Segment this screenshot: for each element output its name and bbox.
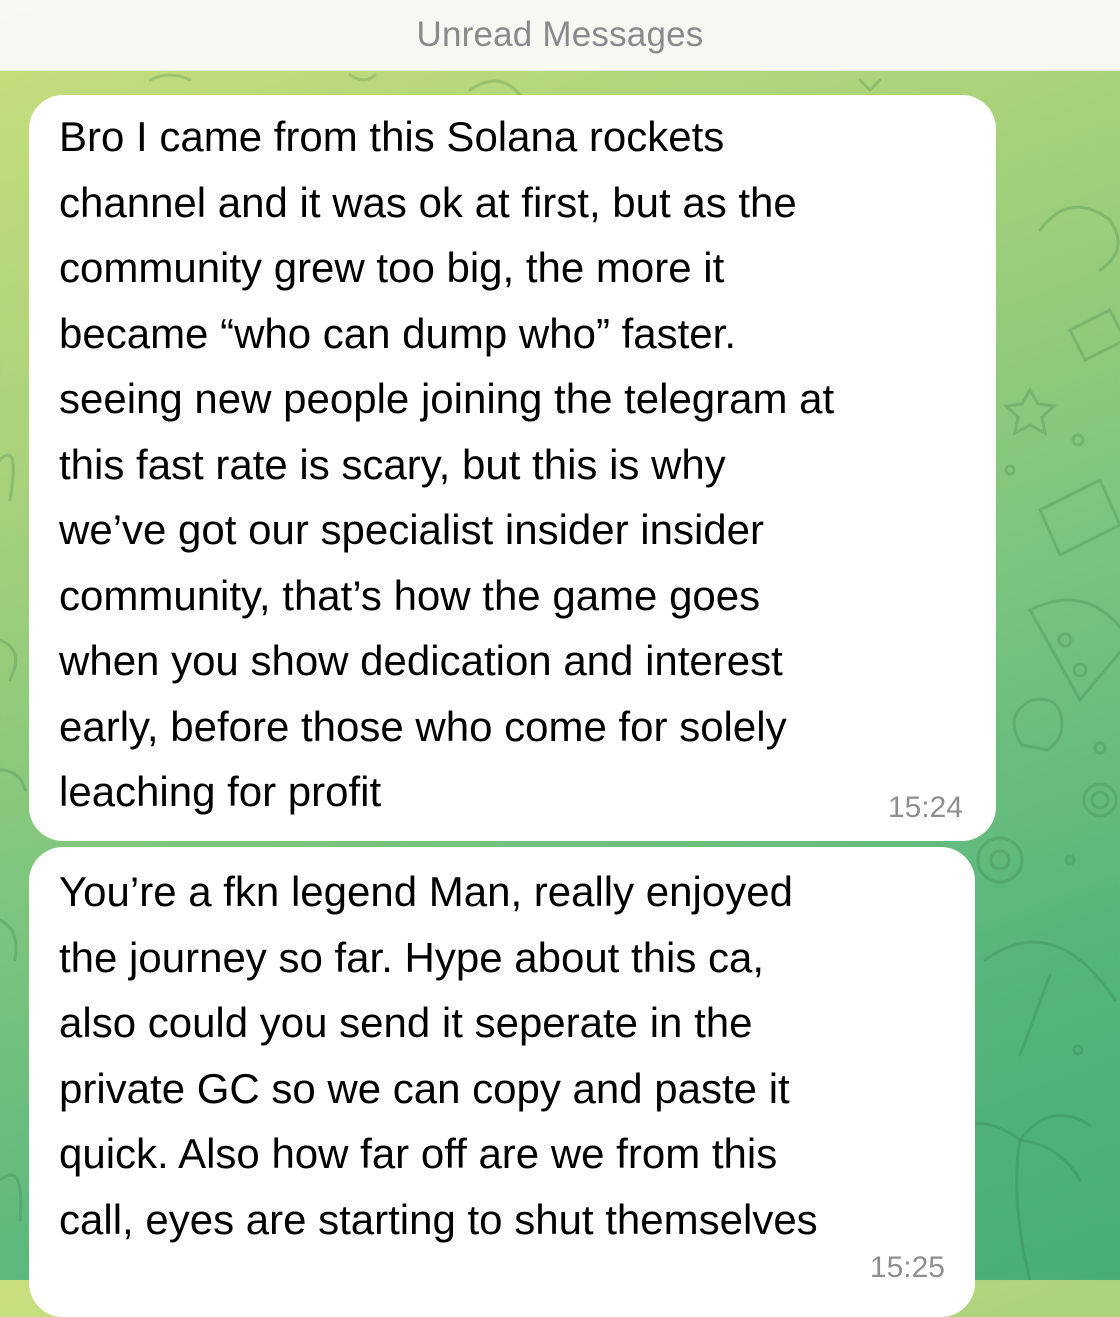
message-bubble[interactable]: You’re a fkn legend Man, really enjoyed … — [29, 847, 975, 1317]
unread-messages-divider: Unread Messages — [0, 0, 1120, 71]
message-text: You’re a fkn legend Man, really enjoyed … — [59, 868, 818, 1243]
message-time: 15:24 — [887, 791, 963, 824]
unread-messages-label: Unread Messages — [416, 15, 704, 54]
message-bubble[interactable]: Bro I came from this Solana rockets chan… — [29, 95, 996, 841]
message-text: Bro I came from this Solana rockets chan… — [59, 113, 835, 815]
